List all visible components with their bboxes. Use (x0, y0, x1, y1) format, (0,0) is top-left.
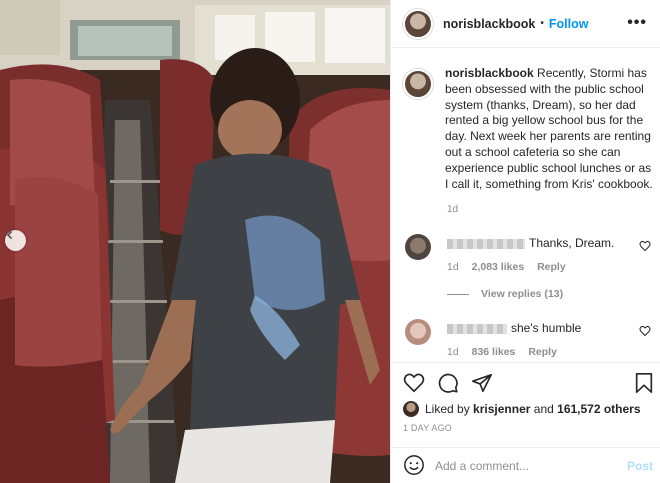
emoji-icon (404, 454, 424, 475)
liker-username[interactable]: krisjenner (473, 402, 530, 416)
comment-body: Thanks, Dream. (447, 236, 614, 250)
caption-avatar[interactable] (403, 69, 433, 99)
caption-text: norisblackbook Recently, Stormi has been… (445, 66, 653, 192)
comment-text: she's humble (511, 321, 582, 335)
heart-icon[interactable] (639, 325, 651, 337)
school-bus-photo (0, 0, 390, 483)
like-button[interactable] (403, 372, 425, 397)
commenter-avatar[interactable] (405, 234, 431, 260)
previous-photo-button[interactable] (5, 230, 26, 251)
comment-meta: 1d 2,083 likes Reply (447, 261, 576, 273)
post-sidebar: norisblackbook • Follow ••• norisblackbo… (390, 0, 660, 483)
comment-text: Thanks, Dream. (529, 236, 615, 250)
save-button[interactable] (633, 372, 655, 397)
commenter-name-blurred[interactable] (447, 323, 507, 334)
post-photo[interactable] (0, 0, 390, 483)
post-actions: Liked by krisjenner and 161,572 others 1… (391, 362, 660, 483)
comment-likes[interactable]: 2,083 likes (472, 261, 525, 273)
heart-icon[interactable] (639, 240, 651, 252)
caption-timestamp: 1d (447, 204, 459, 215)
heart-icon (403, 373, 425, 393)
post-caption: norisblackbook Recently, Stormi has been… (403, 66, 653, 192)
reply-button[interactable]: Reply (537, 261, 566, 273)
replies-divider (447, 293, 469, 295)
view-replies-button[interactable]: View replies (13) (447, 288, 563, 300)
post-header: norisblackbook • Follow ••• (391, 0, 660, 48)
caption-body: Recently, Stormi has been obsessed with … (445, 66, 653, 191)
separator-dot: • (540, 18, 544, 29)
chevron-left-icon (6, 230, 13, 240)
comment-time: 1d (447, 346, 459, 358)
view-replies-label: View replies (13) (481, 288, 564, 300)
commenter-avatar[interactable] (405, 319, 431, 345)
action-icons (403, 372, 505, 397)
liker-avatar[interactable] (403, 401, 419, 417)
commenter-name-blurred[interactable] (447, 238, 525, 249)
caption-username[interactable]: norisblackbook (445, 66, 534, 80)
likes-prefix: Liked by (425, 402, 470, 416)
bookmark-icon (635, 373, 653, 393)
more-icon[interactable]: ••• (627, 14, 647, 32)
post-comment-button[interactable]: Post (627, 459, 653, 473)
likes-joiner: and (533, 402, 554, 416)
post-date[interactable]: 1 DAY AGO (403, 423, 452, 433)
comment-likes[interactable]: 836 likes (472, 346, 516, 358)
emoji-button[interactable] (403, 454, 425, 479)
author-avatar[interactable] (403, 8, 433, 39)
share-button[interactable] (471, 372, 493, 397)
add-comment-bar: Post (391, 447, 660, 483)
comment-meta: 1d 836 likes Reply (447, 346, 567, 358)
follow-button[interactable]: Follow (549, 17, 589, 31)
likes-count[interactable]: 161,572 others (557, 402, 640, 416)
comment-icon (438, 373, 458, 393)
share-icon (472, 373, 492, 393)
comment-body: she's humble (447, 321, 581, 335)
likes-summary: Liked by krisjenner and 161,572 others (403, 401, 641, 417)
comment-time: 1d (447, 261, 459, 273)
comment-button[interactable] (437, 372, 459, 397)
author-username[interactable]: norisblackbook (443, 17, 535, 31)
comment-input[interactable] (435, 459, 615, 473)
reply-button[interactable]: Reply (528, 346, 557, 358)
